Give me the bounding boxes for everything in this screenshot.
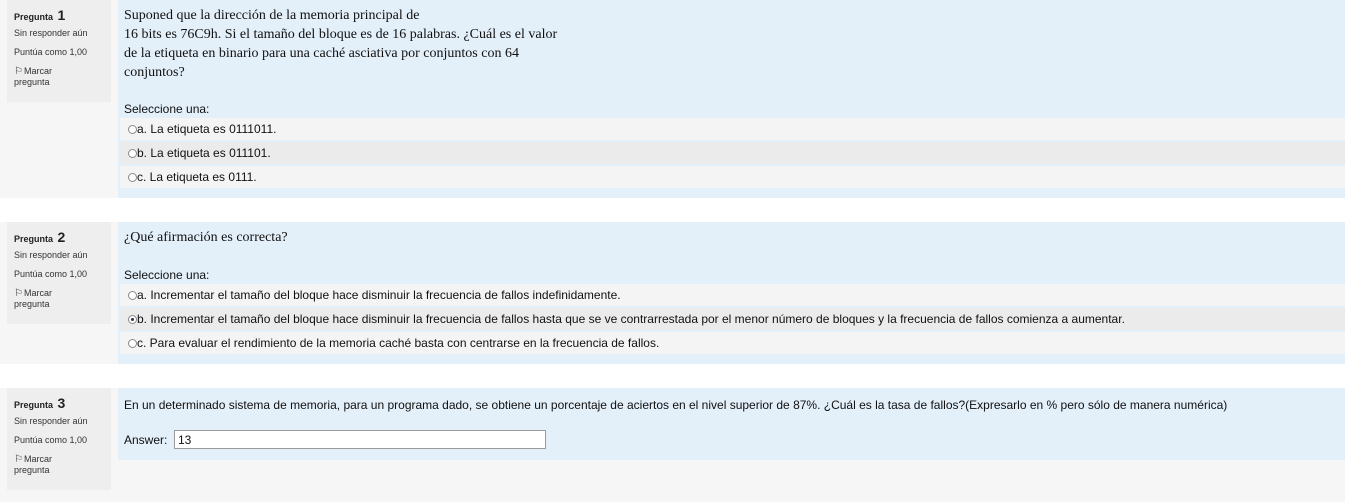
flag-question-button[interactable]: ⚐Marcar pregunta — [14, 66, 111, 87]
question-text-line: de la etiqueta en binario para una caché… — [124, 46, 519, 61]
answer-option-c[interactable]: c. La etiqueta es 0111. — [120, 166, 1345, 188]
question-content: Suponed que la dirección de la memoria p… — [118, 0, 1345, 198]
question-grade: Puntúa como 1,00 — [14, 269, 88, 279]
question-text-line: ¿Qué afirmación es correcta? — [124, 230, 288, 245]
flag-icon: ⚐ — [14, 66, 23, 77]
question-number-value: 3 — [57, 395, 66, 411]
question-text: En un determinado sistema de memoria, pa… — [118, 388, 1345, 413]
option-label: b. Incrementar el tamaño del bloque hace… — [137, 312, 1125, 326]
flag-icon: ⚐ — [14, 288, 23, 299]
flag-label-2: pregunta — [14, 77, 50, 87]
radio-button-checked[interactable] — [128, 315, 137, 324]
flag-label: Marcar — [24, 288, 53, 298]
answer-option-b[interactable]: b. Incrementar el tamaño del bloque hace… — [120, 308, 1345, 330]
question-text-line: conjuntos? — [124, 65, 185, 80]
question-number: Pregunta 3 — [14, 394, 111, 412]
select-prompt: Seleccione una: — [124, 102, 210, 116]
answer-option-a[interactable]: a. La etiqueta es 0111011. — [120, 118, 1345, 140]
radio-button[interactable] — [128, 173, 137, 182]
question-label: Pregunta — [14, 234, 54, 244]
flag-question-button[interactable]: ⚐Marcar pregunta — [14, 454, 111, 475]
question-info: Pregunta 2 Sin responder aún Puntúa como… — [7, 222, 111, 324]
question-3: Pregunta 3 Sin responder aún Puntúa como… — [0, 388, 1345, 502]
question-number: Pregunta 2 — [14, 228, 111, 246]
answer-input[interactable] — [174, 430, 546, 449]
question-number: Pregunta 1 — [14, 6, 111, 24]
question-text-line: Suponed que la dirección de la memoria p… — [124, 8, 420, 23]
question-state: Sin responder aún — [14, 416, 88, 426]
question-number-value: 2 — [57, 229, 66, 245]
question-info: Pregunta 1 Sin responder aún Puntúa como… — [7, 0, 111, 102]
option-label: a. Incrementar el tamaño del bloque hace… — [137, 288, 621, 302]
question-2: Pregunta 2 Sin responder aún Puntúa como… — [0, 222, 1345, 364]
radio-button[interactable] — [128, 125, 137, 134]
flag-question-button[interactable]: ⚐Marcar pregunta — [14, 288, 111, 309]
question-state: Sin responder aún — [14, 250, 88, 260]
flag-label: Marcar — [24, 66, 53, 76]
question-label: Pregunta — [14, 12, 54, 22]
question-number-value: 1 — [57, 7, 66, 23]
question-content: En un determinado sistema de memoria, pa… — [118, 388, 1345, 460]
option-label: c. La etiqueta es 0111. — [137, 170, 257, 184]
option-label: c. Para evaluar el rendimiento de la mem… — [137, 336, 660, 350]
flag-icon: ⚐ — [14, 454, 23, 465]
flag-label-2: pregunta — [14, 299, 50, 309]
question-label: Pregunta — [14, 400, 54, 410]
answer-option-b[interactable]: b. La etiqueta es 011101. — [120, 142, 1345, 164]
question-1: Pregunta 1 Sin responder aún Puntúa como… — [0, 0, 1345, 198]
radio-button[interactable] — [128, 339, 137, 348]
question-content: ¿Qué afirmación es correcta? Seleccione … — [118, 222, 1345, 364]
question-state: Sin responder aún — [14, 28, 88, 38]
question-grade: Puntúa como 1,00 — [14, 47, 88, 57]
answer-option-a[interactable]: a. Incrementar el tamaño del bloque hace… — [120, 284, 1345, 306]
question-text: Suponed que la dirección de la memoria p… — [118, 0, 1345, 82]
question-text-line: En un determinado sistema de memoria, pa… — [124, 398, 1228, 412]
flag-label-2: pregunta — [14, 465, 50, 475]
option-label: b. La etiqueta es 011101. — [137, 146, 271, 160]
question-text-line: 16 bits es 76C9h. Si el tamaño del bloqu… — [124, 27, 558, 42]
option-label: a. La etiqueta es 0111011. — [137, 122, 277, 136]
flag-label: Marcar — [24, 454, 53, 464]
radio-button[interactable] — [128, 149, 137, 158]
radio-button[interactable] — [128, 291, 137, 300]
answer-label: Answer: — [124, 433, 168, 447]
question-info: Pregunta 3 Sin responder aún Puntúa como… — [7, 388, 111, 490]
question-grade: Puntúa como 1,00 — [14, 435, 88, 445]
question-text: ¿Qué afirmación es correcta? — [118, 222, 1345, 247]
answer-option-c[interactable]: c. Para evaluar el rendimiento de la mem… — [120, 332, 1345, 354]
select-prompt: Seleccione una: — [124, 268, 210, 282]
